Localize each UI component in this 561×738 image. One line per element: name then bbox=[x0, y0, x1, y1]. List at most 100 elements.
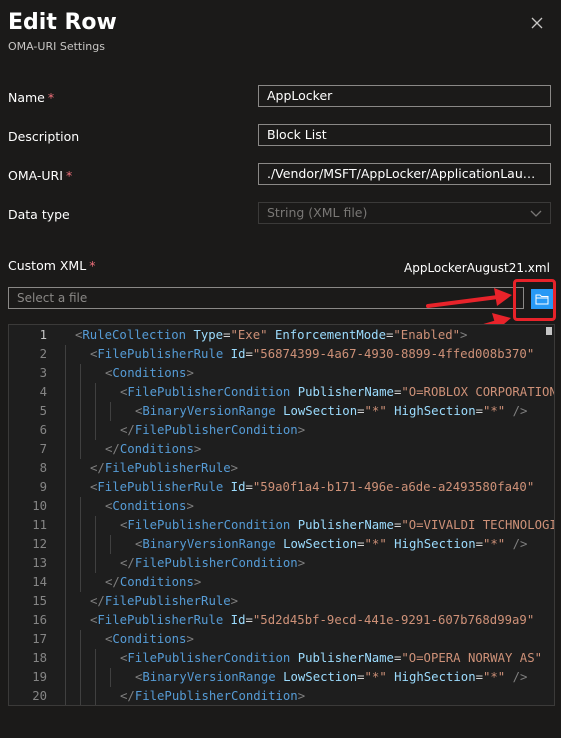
datatype-value: String (XML file) bbox=[267, 205, 368, 220]
indent-guide bbox=[65, 611, 66, 630]
xml-code-editor[interactable]: 1 <RuleCollection Type="Exe" EnforcementM… bbox=[8, 324, 555, 706]
code-line[interactable]: 5 <BinaryVersionRange LowSection="*" High… bbox=[9, 402, 554, 421]
code-text: </FilePublisherCondition> bbox=[120, 554, 305, 573]
code-line[interactable]: 14 </Conditions> bbox=[9, 573, 554, 592]
code-line[interactable]: 1 <RuleCollection Type="Exe" EnforcementM… bbox=[9, 326, 554, 345]
code-text: </FilePublisherRule> bbox=[90, 459, 238, 478]
code-token: PublisherName bbox=[297, 385, 394, 399]
code-text: </FilePublisherCondition> bbox=[120, 421, 305, 440]
code-line[interactable]: 11 <FilePublisherCondition PublisherName=… bbox=[9, 516, 554, 535]
line-number: 1 bbox=[39, 328, 47, 342]
indent-guide bbox=[80, 630, 81, 649]
code-token: > bbox=[297, 556, 306, 570]
code-text: <Conditions> bbox=[105, 364, 194, 383]
code-line[interactable]: 16 <FilePublisherRule Id="5d2d45bf-9ecd-4… bbox=[9, 611, 554, 630]
line-number: 16 bbox=[32, 613, 47, 627]
page-subtitle: OMA-URI Settings bbox=[8, 40, 105, 53]
code-line[interactable]: 2 <FilePublisherRule Id="56874399-4a67-49… bbox=[9, 345, 554, 364]
code-line[interactable]: 6 </FilePublisherCondition> bbox=[9, 421, 554, 440]
indent-guide bbox=[110, 668, 111, 687]
line-number: 7 bbox=[39, 442, 47, 456]
line-number: 20 bbox=[32, 689, 47, 703]
code-token: </ bbox=[90, 461, 105, 475]
code-line[interactable]: 9 <FilePublisherRule Id="59a0f1a4-b171-49… bbox=[9, 478, 554, 497]
close-icon[interactable] bbox=[528, 14, 546, 32]
code-text: <Conditions> bbox=[105, 497, 194, 516]
code-token: Conditions bbox=[119, 575, 194, 589]
selected-file-name: AppLockerAugust21.xml bbox=[404, 261, 550, 275]
code-token: BinaryVersionRange bbox=[142, 537, 276, 551]
page-title: Edit Row bbox=[8, 10, 117, 35]
required-marker: * bbox=[65, 168, 73, 183]
code-token: FilePublisherCondition bbox=[134, 423, 298, 437]
description-input[interactable]: Block List bbox=[258, 124, 551, 146]
code-token: FilePublisherRule bbox=[104, 461, 231, 475]
code-token: FilePublisherRule bbox=[104, 594, 231, 608]
indent-guide bbox=[65, 573, 66, 592]
code-token: = bbox=[357, 537, 365, 551]
code-token: </ bbox=[120, 423, 135, 437]
code-text: </Conditions> bbox=[105, 440, 201, 459]
code-token: = bbox=[245, 613, 253, 627]
code-line[interactable]: 8 </FilePublisherRule> bbox=[9, 459, 554, 478]
code-token: Conditions bbox=[119, 442, 194, 456]
line-number: 13 bbox=[32, 556, 47, 570]
required-marker: * bbox=[89, 258, 96, 273]
indent-guide bbox=[80, 402, 81, 421]
file-select-input[interactable]: Select a file bbox=[8, 287, 524, 309]
line-number: 11 bbox=[32, 518, 47, 532]
code-text: <FilePublisherCondition PublisherName="O… bbox=[120, 649, 542, 668]
code-line[interactable]: 17 <Conditions> bbox=[9, 630, 554, 649]
code-token: "56874399-4a67-4930-8899-4ffed008b370" bbox=[252, 347, 535, 361]
code-line[interactable]: 4 <FilePublisherCondition PublisherName="… bbox=[9, 383, 554, 402]
omauri-input[interactable]: ./Vendor/MSFT/AppLocker/ApplicationLaunc… bbox=[258, 163, 551, 185]
indent-guide bbox=[110, 402, 111, 421]
code-line[interactable]: 20 </FilePublisherCondition> bbox=[9, 687, 554, 705]
indent-guide bbox=[110, 535, 111, 554]
code-line[interactable]: 13 </FilePublisherCondition> bbox=[9, 554, 554, 573]
code-line[interactable]: 7 </Conditions> bbox=[9, 440, 554, 459]
code-token: = bbox=[357, 404, 365, 418]
code-token: /> bbox=[512, 670, 528, 684]
code-text: <FilePublisherRule Id="5d2d45bf-9ecd-441… bbox=[90, 611, 534, 630]
indent-guide bbox=[80, 383, 81, 402]
indent-guide bbox=[95, 535, 96, 554]
code-token: = bbox=[357, 670, 365, 684]
indent-guide bbox=[80, 516, 81, 535]
code-token: FilePublisherRule bbox=[97, 613, 224, 627]
line-number: 14 bbox=[32, 575, 47, 589]
code-line[interactable]: 19 <BinaryVersionRange LowSection="*" Hig… bbox=[9, 668, 554, 687]
description-label: Description bbox=[8, 129, 80, 144]
chevron-down-icon bbox=[530, 210, 542, 217]
indent-guide bbox=[65, 535, 66, 554]
code-line[interactable]: 15 </FilePublisherRule> bbox=[9, 592, 554, 611]
code-text: <FilePublisherRule Id="59a0f1a4-b171-496… bbox=[90, 478, 534, 497]
indent-guide bbox=[80, 497, 81, 516]
browse-file-button[interactable] bbox=[531, 289, 553, 309]
code-line[interactable]: 3 <Conditions> bbox=[9, 364, 554, 383]
code-line[interactable]: 12 <BinaryVersionRange LowSection="*" Hig… bbox=[9, 535, 554, 554]
line-number: 5 bbox=[39, 404, 47, 418]
code-line[interactable]: 10 <Conditions> bbox=[9, 497, 554, 516]
code-token: "O=VIVALDI TECHNOLOGIES" bbox=[401, 518, 554, 532]
indent-guide bbox=[65, 497, 66, 516]
customxml-label: Custom XML * bbox=[8, 258, 96, 273]
code-text: <RuleCollection Type="Exe" EnforcementMo… bbox=[75, 326, 467, 345]
indent-guide bbox=[65, 478, 66, 497]
code-token: "*" bbox=[483, 670, 506, 684]
code-token: "O=ROBLOX CORPORATION" bbox=[401, 385, 555, 399]
code-line[interactable]: 18 <FilePublisherCondition PublisherName=… bbox=[9, 649, 554, 668]
code-token: PublisherName bbox=[297, 651, 394, 665]
indent-guide bbox=[65, 554, 66, 573]
code-token: BinaryVersionRange bbox=[142, 404, 276, 418]
name-input[interactable]: AppLocker bbox=[258, 85, 551, 107]
indent-guide bbox=[65, 402, 66, 421]
code-token: = bbox=[475, 537, 483, 551]
